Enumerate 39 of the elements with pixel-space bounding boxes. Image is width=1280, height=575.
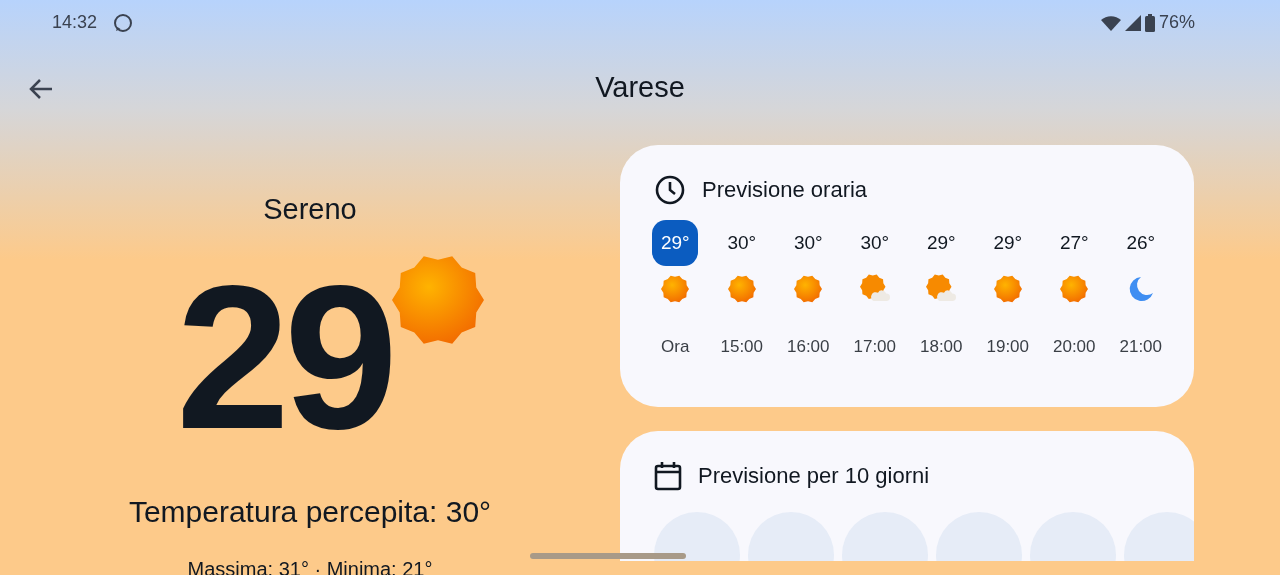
feels-like-text: Temperatura percepita: 30° [128, 493, 492, 530]
calendar-icon [654, 460, 682, 491]
sun-icon [727, 275, 756, 303]
signal-icon [1124, 14, 1141, 31]
city-title: Varese [595, 69, 685, 105]
hour-temperature: 27° [1058, 230, 1090, 255]
sun-icon [1060, 275, 1089, 303]
hour-time: Ora [661, 336, 690, 358]
sun-icon [993, 275, 1022, 303]
high-low-text: Massima: 31° · Minima: 21° [187, 556, 433, 575]
hour-temperature: 30° [859, 230, 891, 255]
hour-temperature: 26° [1125, 230, 1157, 255]
hour-time: 20:00 [1052, 336, 1096, 358]
sun-icon [661, 275, 690, 303]
clock-icon [654, 173, 686, 206]
card-title: Previsione oraria [702, 176, 868, 204]
hour-temperature: 30° [792, 230, 824, 255]
clock-time: 14:32 [52, 11, 98, 34]
sun-icon [794, 275, 823, 303]
hour-time: 15:00 [720, 336, 763, 358]
hour-time: 17:00 [853, 336, 896, 358]
hour-time: 16:00 [786, 336, 830, 358]
condition-text: Sereno [263, 192, 357, 227]
hour-temperature: 29° [992, 230, 1024, 255]
hour-time: 18:00 [919, 336, 963, 358]
wifi-icon [1100, 14, 1121, 31]
hour-time: 21:00 [1119, 336, 1162, 358]
hour-temperature: 29° [652, 220, 699, 266]
hour-time: 19:00 [986, 336, 1029, 358]
battery-icon [1144, 13, 1155, 32]
hour-temperature: 29° [925, 230, 957, 255]
card-title: Previsione per 10 giorni [698, 462, 930, 490]
sun-cloud-icon [926, 274, 957, 304]
battery-percent: 76% [1158, 11, 1195, 34]
chat-app-icon [113, 12, 134, 33]
hour-temperature: 30° [726, 230, 758, 255]
sun-icon [392, 253, 484, 346]
temperature-value: 29 [176, 253, 392, 459]
sun-cloud-icon [859, 274, 890, 304]
